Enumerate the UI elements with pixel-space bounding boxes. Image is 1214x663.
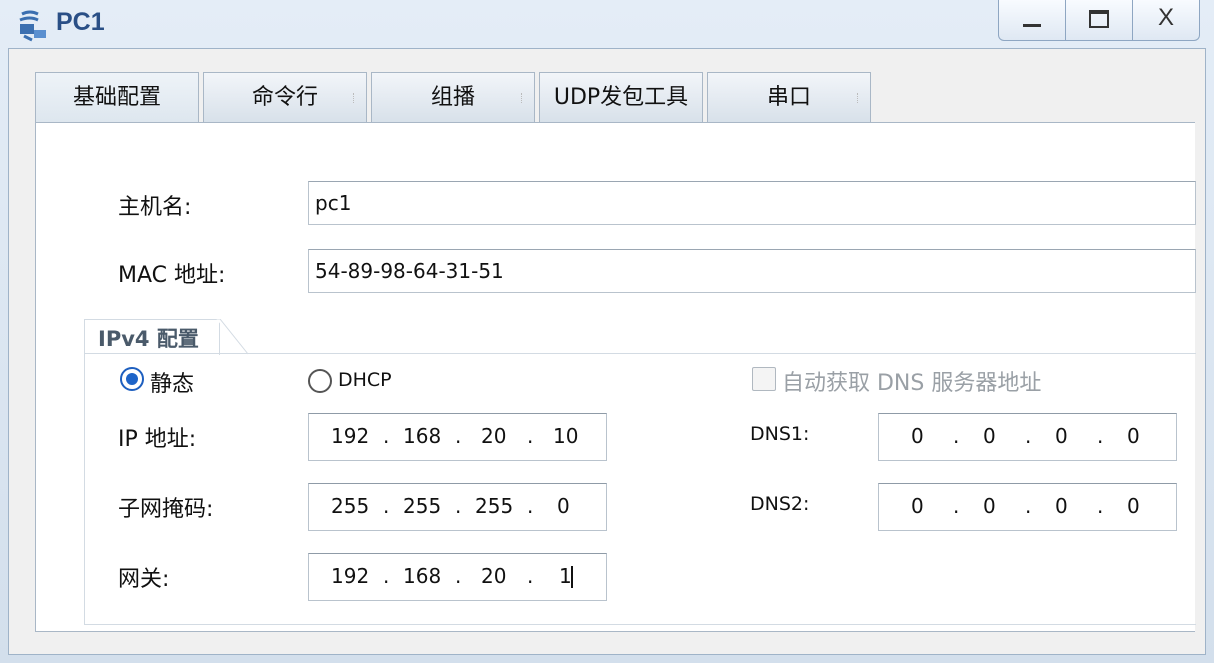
ipv4-group-title: IPv4 配置: [98, 327, 199, 351]
hostname-input[interactable]: pc1: [308, 181, 1196, 225]
static-radio[interactable]: [120, 367, 144, 391]
close-icon: X: [1157, 4, 1174, 31]
octet: 192: [331, 424, 370, 448]
client-area: 基础配置 命令行 组播 UDP发包工具 串口 主机名: pc1 MAC 地址: …: [8, 48, 1206, 655]
close-button[interactable]: X: [1133, 0, 1199, 40]
octet: 255: [475, 494, 514, 518]
subnet-mask-input[interactable]: 255. 255. 255. 0: [308, 483, 607, 531]
octet: 0: [557, 494, 570, 518]
window-controls: X: [998, 0, 1200, 41]
dhcp-label: DHCP: [338, 369, 392, 391]
maximize-icon: [1089, 10, 1109, 28]
mask-label: 子网掩码:: [118, 497, 214, 522]
ipv4-group-tab-edge: [216, 319, 249, 355]
static-label: 静态: [150, 372, 195, 397]
tab-command-line[interactable]: 命令行: [203, 72, 367, 122]
octet: 0: [911, 424, 924, 448]
mac-input[interactable]: 54-89-98-64-31-51: [308, 249, 1196, 293]
tab-basic-config[interactable]: 基础配置: [35, 72, 199, 124]
octet: 0: [1127, 494, 1140, 518]
dhcp-radio[interactable]: [308, 369, 332, 393]
tab-label: 串口: [766, 85, 811, 110]
octet: 1: [559, 564, 572, 588]
octet: 0: [983, 424, 996, 448]
octet: 10: [553, 424, 579, 448]
tab-label: 组播: [430, 85, 475, 110]
octet: 0: [911, 494, 924, 518]
octet: 20: [481, 424, 507, 448]
text-caret: [571, 566, 573, 588]
octet: 255: [403, 494, 442, 518]
dns1-label: DNS1:: [750, 423, 810, 445]
ip-label: IP 地址:: [118, 427, 197, 452]
minimize-icon: [1023, 24, 1041, 27]
window: PC1 X 基础配置 命令行 组播 UDP发包工具 串口 主机名: pc1 MA…: [0, 0, 1214, 663]
dns2-label: DNS2:: [750, 493, 810, 515]
maximize-button[interactable]: [1066, 0, 1133, 40]
octet: 168: [403, 564, 442, 588]
auto-dns-checkbox[interactable]: [752, 367, 776, 391]
gateway-input[interactable]: 192. 168. 20. 1: [308, 553, 607, 601]
octet: 255: [331, 494, 370, 518]
basic-config-panel: 主机名: pc1 MAC 地址: 54-89-98-64-31-51 IPv4 …: [35, 122, 1196, 632]
tab-label: UDP发包工具: [553, 85, 689, 110]
octet: 192: [331, 564, 370, 588]
dns2-input[interactable]: 0. 0. 0. 0: [878, 483, 1177, 531]
gateway-label: 网关:: [118, 567, 170, 592]
octet: 0: [983, 494, 996, 518]
mac-label: MAC 地址:: [118, 263, 226, 288]
minimize-button[interactable]: [999, 0, 1066, 40]
tab-serial[interactable]: 串口: [707, 72, 871, 122]
octet: 0: [1127, 424, 1140, 448]
window-title: PC1: [56, 8, 105, 36]
tab-label: 基础配置: [72, 85, 161, 110]
network-pc-icon: [19, 10, 46, 42]
octet: 0: [1055, 494, 1068, 518]
auto-dns-label: 自动获取 DNS 服务器地址: [782, 371, 1042, 396]
ip-address-input[interactable]: 192. 168. 20. 10: [308, 413, 607, 461]
octet: 0: [1055, 424, 1068, 448]
tab-multicast[interactable]: 组播: [371, 72, 535, 122]
title-bar[interactable]: PC1 X: [0, 0, 1214, 50]
octet: 168: [403, 424, 442, 448]
tab-udp-tool[interactable]: UDP发包工具: [539, 72, 703, 122]
dns1-input[interactable]: 0. 0. 0. 0: [878, 413, 1177, 461]
octet: 20: [481, 564, 507, 588]
hostname-label: 主机名:: [118, 195, 192, 220]
tab-label: 命令行: [251, 85, 318, 110]
